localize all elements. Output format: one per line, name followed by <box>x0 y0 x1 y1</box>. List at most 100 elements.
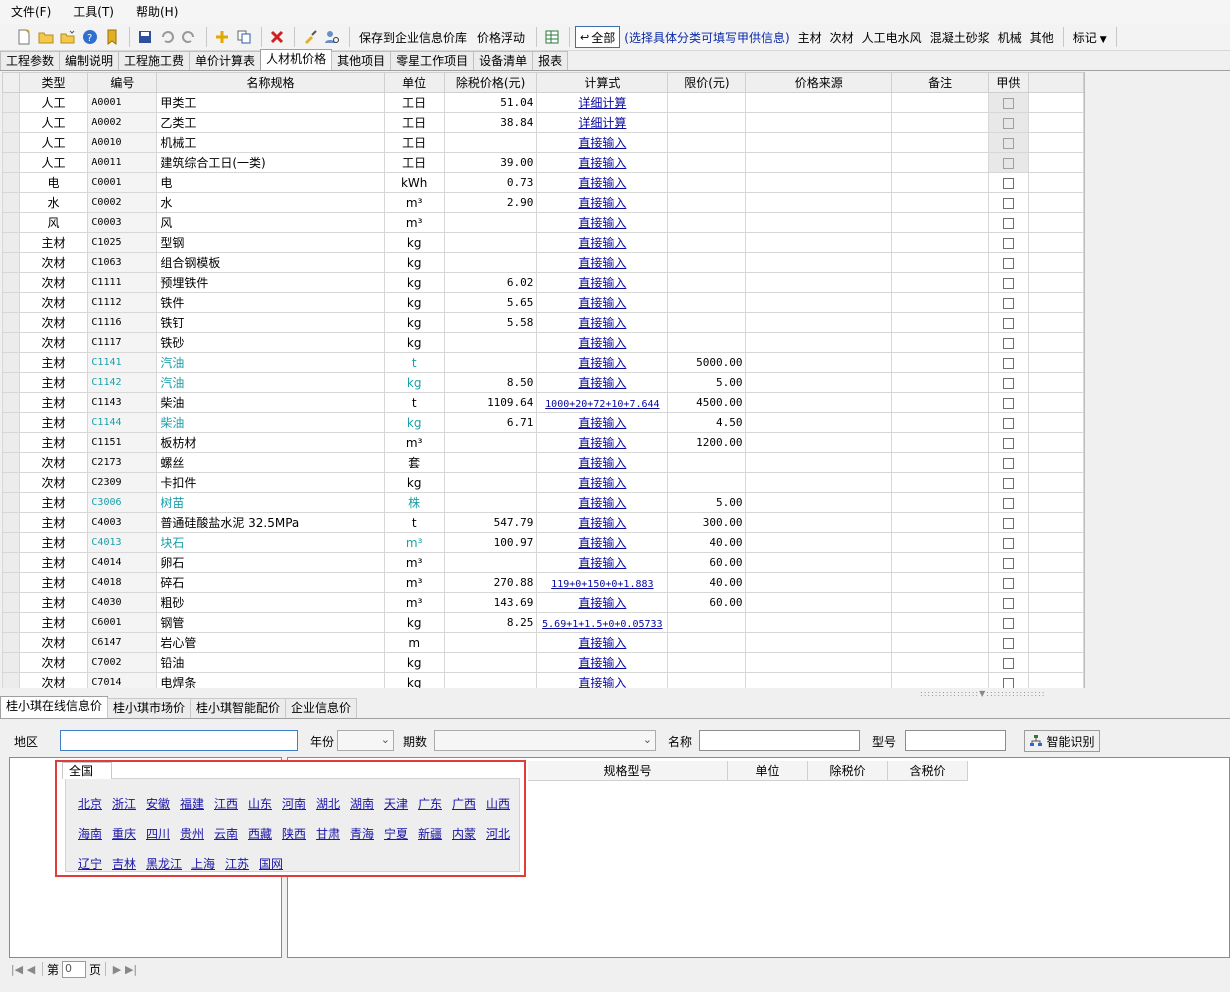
cell-limit[interactable] <box>667 152 747 173</box>
cell-price[interactable] <box>443 232 538 253</box>
cell-source[interactable] <box>745 252 893 273</box>
region-link[interactable]: 西藏 <box>248 825 272 842</box>
table-row[interactable]: 主材 C1151 板枋材 m³ 直接输入 1200.00 <box>2 432 1084 453</box>
owner-supplied-checkbox[interactable] <box>1002 277 1014 289</box>
cell-remark[interactable] <box>891 572 990 593</box>
cell-remark[interactable] <box>891 112 990 133</box>
cell-price[interactable]: 5.65 <box>443 292 538 313</box>
delete-icon[interactable] <box>267 26 287 48</box>
cell-remark[interactable] <box>891 512 990 533</box>
owner-supplied-checkbox[interactable] <box>1002 357 1014 369</box>
owner-supplied-checkbox[interactable] <box>1002 577 1014 589</box>
region-link[interactable]: 贵州 <box>180 825 204 842</box>
region-link[interactable]: 黑龙江 <box>146 855 182 872</box>
formula-link[interactable]: 5.69+1+1.5+0+0.05733 <box>542 619 662 630</box>
tab-other-items[interactable]: 其他项目 <box>331 51 392 70</box>
region-link[interactable]: 陕西 <box>282 825 306 842</box>
export-excel-icon[interactable] <box>542 26 562 48</box>
cell-price[interactable] <box>443 212 538 233</box>
region-link[interactable]: 广西 <box>452 795 476 812</box>
owner-supplied-checkbox[interactable] <box>1002 257 1014 269</box>
cell-limit[interactable] <box>667 212 747 233</box>
cell-price[interactable] <box>443 452 538 473</box>
cell-remark[interactable] <box>891 492 990 513</box>
cell-remark[interactable] <box>891 452 990 473</box>
owner-supplied-checkbox[interactable] <box>1002 597 1014 609</box>
cell-remark[interactable] <box>891 252 990 273</box>
formula-link[interactable]: 直接输入 <box>578 536 626 550</box>
cell-limit[interactable] <box>667 612 747 633</box>
cell-price[interactable]: 39.00 <box>443 152 538 173</box>
cell-limit[interactable]: 5000.00 <box>667 352 747 373</box>
menu-file[interactable]: 文件(F) <box>0 0 62 24</box>
owner-supplied-checkbox[interactable] <box>1002 517 1014 529</box>
next-page-icon[interactable]: ▶ <box>110 963 124 976</box>
model-input[interactable] <box>905 730 1006 751</box>
cell-price[interactable]: 270.88 <box>443 572 538 593</box>
cell-remark[interactable] <box>891 532 990 553</box>
cell-limit[interactable]: 5.00 <box>667 492 747 513</box>
cell-source[interactable] <box>745 172 893 193</box>
formula-link[interactable]: 直接输入 <box>578 476 626 490</box>
table-row[interactable]: 主材 C1142 汽油 kg 8.50 直接输入 5.00 <box>2 372 1084 393</box>
region-link[interactable]: 四川 <box>146 825 170 842</box>
cell-remark[interactable] <box>891 212 990 233</box>
cell-limit[interactable]: 60.00 <box>667 592 747 613</box>
menu-tools[interactable]: 工具(T) <box>62 0 125 24</box>
region-link[interactable]: 河北 <box>486 825 510 842</box>
region-link[interactable]: 福建 <box>180 795 204 812</box>
add-icon[interactable] <box>212 26 232 48</box>
cell-price[interactable] <box>443 332 538 353</box>
filter-labor-utilities[interactable]: 人工电水风 <box>858 29 926 46</box>
cell-price[interactable] <box>443 352 538 373</box>
region-link[interactable]: 北京 <box>78 795 102 812</box>
cell-price[interactable]: 5.58 <box>443 312 538 333</box>
cell-price[interactable] <box>443 432 538 453</box>
region-link[interactable]: 安徽 <box>146 795 170 812</box>
cell-remark[interactable] <box>891 92 990 113</box>
table-row[interactable]: 次材 C1111 预埋铁件 kg 6.02 直接输入 <box>2 272 1084 293</box>
cell-source[interactable] <box>745 272 893 293</box>
owner-supplied-checkbox[interactable] <box>1002 337 1014 349</box>
cell-limit[interactable] <box>667 452 747 473</box>
tab-equipment-list[interactable]: 设备清单 <box>473 51 534 70</box>
table-row[interactable]: 主材 C4030 粗砂 m³ 143.69 直接输入 60.00 <box>2 592 1084 613</box>
table-row[interactable]: 次材 C2173 螺丝套 直接输入 <box>2 452 1084 473</box>
table-row[interactable]: 人工 A0010 机械工 工日 直接输入 <box>2 132 1084 153</box>
cell-limit[interactable]: 5.00 <box>667 372 747 393</box>
cell-price[interactable]: 8.50 <box>443 372 538 393</box>
cell-remark[interactable] <box>891 412 990 433</box>
tab-online-info-price[interactable]: 桂小琪在线信息价 <box>0 696 109 718</box>
open-dropdown-icon[interactable] <box>58 26 78 48</box>
region-link[interactable]: 青海 <box>350 825 374 842</box>
formula-link[interactable]: 直接输入 <box>578 676 626 688</box>
new-file-icon[interactable] <box>14 26 34 48</box>
table-row[interactable]: 主材 C4003 普通硅酸盐水泥 32.5MPa t 547.79 直接输入 300.00 <box>2 512 1084 533</box>
cell-remark[interactable] <box>891 192 990 213</box>
table-row[interactable]: 主材 C1141 汽油 t 直接输入 5000.00 <box>2 352 1084 373</box>
region-link[interactable]: 甘肃 <box>316 825 340 842</box>
cell-price[interactable]: 1109.64 <box>443 392 538 413</box>
cell-limit[interactable] <box>667 272 747 293</box>
formula-link[interactable]: 直接输入 <box>578 556 626 570</box>
cell-limit[interactable] <box>667 172 747 193</box>
period-select[interactable]: ⌄ <box>434 730 656 751</box>
redo-icon[interactable] <box>179 26 199 48</box>
undo-icon[interactable] <box>157 26 177 48</box>
cell-price[interactable]: 547.79 <box>443 512 538 533</box>
cell-limit[interactable] <box>667 652 747 673</box>
formula-link[interactable]: 详细计算 <box>578 96 626 110</box>
cell-price[interactable]: 51.04 <box>443 92 538 113</box>
formula-link[interactable]: 直接输入 <box>578 636 626 650</box>
owner-supplied-checkbox[interactable] <box>1002 677 1014 688</box>
tab-smart-pricing[interactable]: 桂小琪智能配价 <box>190 698 287 718</box>
owner-supplied-checkbox[interactable] <box>1002 217 1014 229</box>
page-number-input[interactable]: 0 <box>62 960 87 978</box>
open-folder-icon[interactable] <box>36 26 56 48</box>
cell-source[interactable] <box>745 612 893 633</box>
prev-page-icon[interactable]: ◀ <box>24 963 38 976</box>
cell-remark[interactable] <box>891 312 990 333</box>
cell-remark[interactable] <box>891 392 990 413</box>
table-row[interactable]: 次材 C2309 卡扣件 kg 直接输入 <box>2 472 1084 493</box>
table-row[interactable]: 人工 A0001 甲类工 工日 51.04 详细计算 <box>2 92 1084 113</box>
